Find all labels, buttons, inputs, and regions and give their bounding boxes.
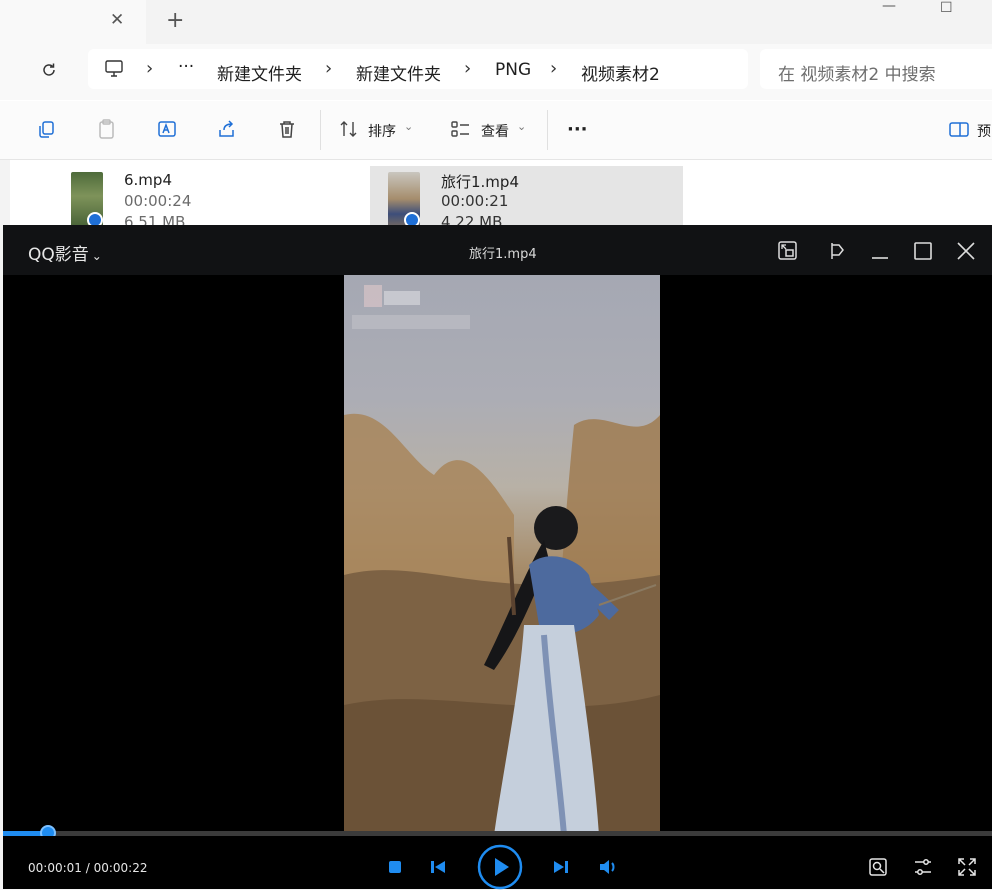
pin-icon[interactable] bbox=[825, 240, 847, 262]
player-app-menu[interactable]: QQ影音 ⌄ bbox=[28, 240, 102, 265]
maximize-button[interactable]: ☐ bbox=[940, 0, 953, 16]
more-options-button[interactable]: ··· bbox=[567, 119, 588, 140]
search-input[interactable]: 在 视频素材2 中搜索 bbox=[778, 60, 936, 85]
delete-icon[interactable] bbox=[276, 118, 298, 140]
chevron-right-icon: › bbox=[146, 58, 154, 79]
file-duration: 00:00:24 bbox=[124, 192, 192, 210]
toolbar-divider bbox=[547, 110, 548, 150]
settings-sliders-icon[interactable] bbox=[912, 856, 934, 878]
volume-icon[interactable] bbox=[598, 858, 620, 876]
chevron-right-icon: › bbox=[464, 58, 472, 79]
file-duration: 00:00:21 bbox=[441, 192, 509, 210]
previous-track-icon[interactable] bbox=[429, 858, 447, 876]
share-icon[interactable] bbox=[216, 118, 238, 140]
fullscreen-icon[interactable] bbox=[956, 856, 978, 878]
refresh-icon[interactable] bbox=[40, 61, 58, 79]
copy-icon[interactable] bbox=[36, 118, 58, 140]
play-button-icon[interactable] bbox=[477, 844, 523, 890]
tab-bar bbox=[0, 0, 992, 44]
minimize-icon[interactable] bbox=[869, 240, 891, 262]
player-brand-label: QQ影音 bbox=[28, 245, 89, 265]
video-frame[interactable] bbox=[344, 275, 660, 835]
this-pc-icon[interactable] bbox=[104, 59, 124, 79]
mini-mode-icon[interactable] bbox=[777, 240, 799, 262]
paste-icon[interactable] bbox=[96, 118, 118, 140]
chevron-down-icon: ⌄ bbox=[404, 120, 414, 133]
breadcrumb-item[interactable]: 新建文件夹 bbox=[356, 60, 441, 85]
stop-icon[interactable] bbox=[387, 859, 403, 875]
file-name[interactable]: 旅行1.mp4 bbox=[441, 171, 519, 192]
time-display: 00:00:01 / 00:00:22 bbox=[28, 861, 148, 875]
breadcrumb-item[interactable]: 新建文件夹 bbox=[217, 60, 302, 85]
player-file-title: 旅行1.mp4 bbox=[469, 247, 537, 262]
close-icon[interactable] bbox=[955, 240, 977, 262]
view-icon[interactable] bbox=[450, 118, 472, 140]
sort-button[interactable]: 排序 bbox=[368, 121, 396, 141]
file-name[interactable]: 6.mp4 bbox=[124, 171, 172, 189]
preview-pane-button[interactable]: 预 bbox=[977, 121, 991, 141]
video-scene bbox=[344, 285, 660, 835]
minimize-button[interactable]: — bbox=[882, 0, 896, 14]
chevron-down-icon: ⌄ bbox=[517, 120, 527, 133]
sort-icon[interactable] bbox=[338, 118, 360, 140]
screenshot-tool-icon[interactable] bbox=[867, 856, 889, 878]
toolbar-divider bbox=[320, 110, 321, 150]
chevron-down-icon: ⌄ bbox=[91, 249, 102, 263]
tab-close-button[interactable]: ✕ bbox=[110, 10, 124, 30]
breadcrumb-item[interactable]: PNG bbox=[495, 60, 531, 80]
view-button[interactable]: 查看 bbox=[481, 121, 509, 141]
chevron-right-icon: › bbox=[325, 58, 333, 79]
breadcrumb-overflow[interactable]: ··· bbox=[178, 57, 194, 77]
preview-pane-icon[interactable] bbox=[948, 118, 970, 140]
breadcrumb-item-current[interactable]: 视频素材2 bbox=[581, 60, 660, 85]
chevron-right-icon: › bbox=[550, 58, 558, 79]
rename-icon[interactable] bbox=[156, 118, 178, 140]
new-tab-button[interactable]: + bbox=[166, 8, 184, 33]
maximize-icon[interactable] bbox=[912, 240, 934, 262]
next-track-icon[interactable] bbox=[552, 858, 570, 876]
